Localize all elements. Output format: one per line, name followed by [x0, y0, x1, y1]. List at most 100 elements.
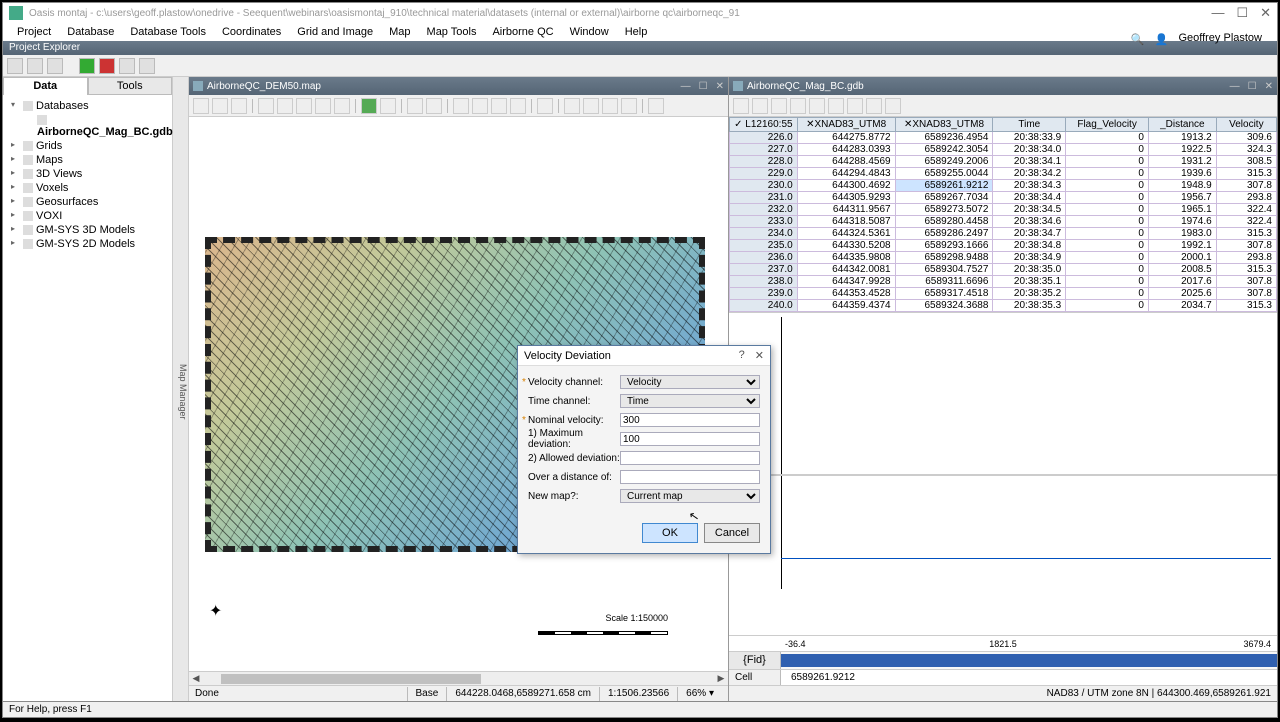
cell[interactable]: 2017.6 — [1148, 276, 1216, 288]
cell[interactable]: 20:38:34.8 — [993, 240, 1066, 252]
snap4-icon[interactable] — [510, 98, 526, 114]
table-row[interactable]: 235.0644330.52086589293.166620:38:34.801… — [730, 240, 1277, 252]
cell[interactable]: 6589324.3688 — [895, 300, 993, 312]
cell[interactable]: 322.4 — [1216, 204, 1276, 216]
db-tool5[interactable] — [809, 98, 825, 114]
cell[interactable]: 6589311.6696 — [895, 276, 993, 288]
col-header[interactable]: Time — [993, 118, 1066, 132]
cell[interactable]: 6589236.4954 — [895, 132, 993, 144]
cell[interactable]: 240.0 — [730, 300, 798, 312]
cell[interactable]: 0 — [1066, 204, 1149, 216]
doc-min-icon[interactable]: — — [681, 81, 691, 92]
search-icon[interactable]: 🔍 — [1122, 31, 1138, 45]
menu-grid-image[interactable]: Grid and Image — [289, 24, 381, 40]
menu-database-tools[interactable]: Database Tools — [122, 24, 214, 40]
cell[interactable]: 0 — [1066, 264, 1149, 276]
map-scrollbar[interactable]: ◀ ▶ — [189, 671, 728, 685]
cell[interactable]: 20:38:34.2 — [993, 168, 1066, 180]
cell[interactable]: 324.3 — [1216, 144, 1276, 156]
input-velocity-channel[interactable]: Velocity — [620, 375, 760, 389]
db-tool7[interactable] — [847, 98, 863, 114]
table-row[interactable]: 239.0644353.45286589317.451820:38:35.202… — [730, 288, 1277, 300]
cell[interactable]: 20:38:34.0 — [993, 144, 1066, 156]
db-tool1[interactable] — [733, 98, 749, 114]
cell[interactable]: 232.0 — [730, 204, 798, 216]
cell[interactable]: 0 — [1066, 240, 1149, 252]
dialog-titlebar[interactable]: Velocity Deviation ? ✕ — [518, 346, 770, 366]
db-tool6[interactable] — [828, 98, 844, 114]
cell[interactable]: 644324.5361 — [797, 228, 895, 240]
cell[interactable]: 309.6 — [1216, 132, 1276, 144]
cell[interactable]: 293.8 — [1216, 252, 1276, 264]
tool-new[interactable] — [7, 58, 23, 74]
snap3-icon[interactable] — [491, 98, 507, 114]
menu-map[interactable]: Map — [381, 24, 418, 40]
table-row[interactable]: 233.0644318.50876589280.445820:38:34.601… — [730, 216, 1277, 228]
cell[interactable]: 644347.9928 — [797, 276, 895, 288]
tree-maps[interactable]: Maps — [9, 153, 166, 167]
col-header[interactable]: ✕XNAD83_UTM8 — [797, 118, 895, 132]
tree-voxels[interactable]: Voxels — [9, 181, 166, 195]
cell[interactable]: 227.0 — [730, 144, 798, 156]
db-min-icon[interactable]: — — [1230, 81, 1240, 92]
zoom-in-icon[interactable] — [277, 98, 293, 114]
db-tool4[interactable] — [790, 98, 806, 114]
db-tool2[interactable] — [752, 98, 768, 114]
table-row[interactable]: 238.0644347.99286589311.669620:38:35.102… — [730, 276, 1277, 288]
menu-help[interactable]: Help — [617, 24, 656, 40]
cell[interactable]: 20:38:35.1 — [993, 276, 1066, 288]
tree-gmsys-3d[interactable]: GM-SYS 3D Models — [9, 223, 166, 237]
snap2-icon[interactable] — [472, 98, 488, 114]
cell[interactable]: 0 — [1066, 168, 1149, 180]
misc4-icon[interactable] — [648, 98, 664, 114]
tab-tools[interactable]: Tools — [88, 77, 173, 95]
cell[interactable]: 0 — [1066, 132, 1149, 144]
tree-grids[interactable]: Grids — [9, 139, 166, 153]
cell[interactable]: 20:38:35.0 — [993, 264, 1066, 276]
cell[interactable]: 2000.1 — [1148, 252, 1216, 264]
col-header[interactable]: Flag_Velocity — [1066, 118, 1149, 132]
menu-coordinates[interactable]: Coordinates — [214, 24, 289, 40]
user-icon[interactable]: 👤 — [1146, 31, 1162, 45]
cell[interactable]: 20:38:34.1 — [993, 156, 1066, 168]
cell[interactable]: 293.8 — [1216, 192, 1276, 204]
table-row[interactable]: 230.0644300.46926589261.921220:38:34.301… — [730, 180, 1277, 192]
doc-max-icon[interactable]: ☐ — [699, 81, 708, 92]
table-row[interactable]: 240.0644359.43746589324.368820:38:35.302… — [730, 300, 1277, 312]
tree-databases[interactable]: Databases — [9, 99, 166, 113]
cell[interactable]: 644305.9293 — [797, 192, 895, 204]
tree-gmsys-2d[interactable]: GM-SYS 2D Models — [9, 237, 166, 251]
cell[interactable]: 6589267.7034 — [895, 192, 993, 204]
record-icon[interactable] — [99, 58, 115, 74]
col-header[interactable]: Velocity — [1216, 118, 1276, 132]
table-row[interactable]: 227.0644283.03936589242.305420:38:34.001… — [730, 144, 1277, 156]
chart-splitter[interactable] — [729, 474, 1277, 476]
menu-map-tools[interactable]: Map Tools — [419, 24, 485, 40]
table-row[interactable]: 231.0644305.92936589267.703420:38:34.401… — [730, 192, 1277, 204]
cell[interactable]: 307.8 — [1216, 180, 1276, 192]
table-row[interactable]: 237.0644342.00816589304.752720:38:35.002… — [730, 264, 1277, 276]
cell[interactable]: 315.3 — [1216, 168, 1276, 180]
hand-icon[interactable] — [258, 98, 274, 114]
cell[interactable]: 1931.2 — [1148, 156, 1216, 168]
cell[interactable]: 308.5 — [1216, 156, 1276, 168]
cell[interactable]: 644300.4692 — [797, 180, 895, 192]
cell[interactable]: 237.0 — [730, 264, 798, 276]
cell[interactable]: 644342.0081 — [797, 264, 895, 276]
cell[interactable]: 6589273.5072 — [895, 204, 993, 216]
fid-slider[interactable] — [781, 652, 1277, 669]
input-new-map[interactable]: Current map — [620, 489, 760, 503]
cell[interactable]: 1939.6 — [1148, 168, 1216, 180]
cell[interactable]: 307.8 — [1216, 288, 1276, 300]
cell[interactable]: 0 — [1066, 216, 1149, 228]
zoom-out-icon[interactable] — [296, 98, 312, 114]
cell[interactable]: 644353.4528 — [797, 288, 895, 300]
layer-icon[interactable] — [361, 98, 377, 114]
cell[interactable]: 230.0 — [730, 180, 798, 192]
cell[interactable]: 644359.4374 — [797, 300, 895, 312]
tree-geosurfaces[interactable]: Geosurfaces — [9, 195, 166, 209]
cell[interactable]: 0 — [1066, 192, 1149, 204]
tree-db-item[interactable]: AirborneQC_Mag_BC.gdb — [23, 113, 166, 139]
menu-airborne-qc[interactable]: Airborne QC — [484, 24, 561, 40]
grid-icon[interactable] — [380, 98, 396, 114]
